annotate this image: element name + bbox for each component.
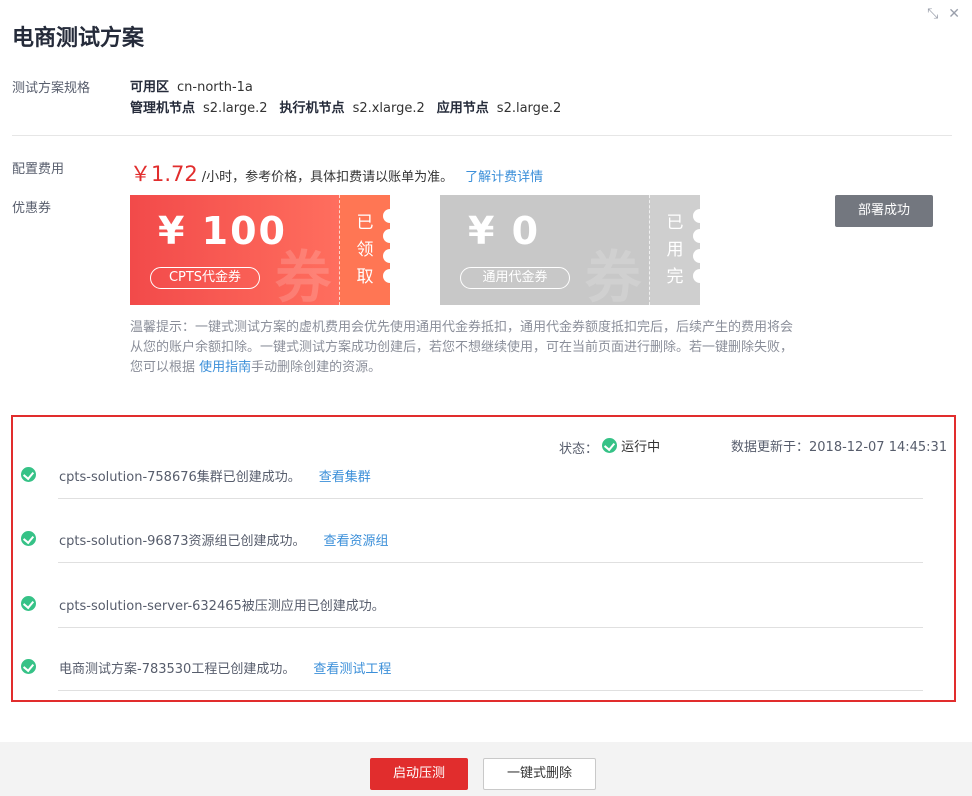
status-value: 运行中 [621, 440, 661, 455]
pricing-detail-link[interactable]: 了解计费详情 [465, 166, 543, 185]
one-click-delete-button[interactable]: 一键式删除 [483, 758, 596, 790]
price-row: ￥1.72 /小时，参考价格，具体扣费请以账单为准。 了解计费详情 [130, 158, 543, 188]
coupon-main: 券 ¥ 0 通用代金券 [440, 195, 649, 305]
result-text: cpts-solution-96873资源组已创建成功。 查看资源组 [59, 530, 389, 549]
mgr-value: s2.large.2 [203, 101, 268, 116]
mgr-label: 管理机节点 [130, 101, 196, 116]
deploy-success-button[interactable]: 部署成功 [835, 195, 933, 227]
coupon-cpts: 券 ¥ 100 CPTS代金券 已领取 [130, 195, 397, 305]
row-divider [58, 498, 923, 499]
view-test-project-link[interactable]: 查看测试工程 [313, 662, 391, 677]
user-guide-link[interactable]: 使用指南 [199, 360, 251, 375]
coupon-notch [693, 209, 707, 223]
coupon-tag: 通用代金券 [460, 267, 570, 289]
coupon-notch [693, 249, 707, 263]
coupon-amount: ¥ 0 [468, 209, 541, 253]
list-item: 电商测试方案-783530工程已创建成功。 查看测试工程 [20, 659, 923, 723]
status-label: 状态： [559, 442, 599, 457]
coupon-notch [383, 229, 397, 243]
app-label: 应用节点 [436, 101, 489, 116]
check-circle-icon [21, 531, 36, 546]
dialog-title: 电商测试方案 [12, 26, 145, 51]
spec-line-nodes: 管理机节点 s2.large.2 执行机节点 s2.xlarge.2 应用节点 s2.la… [130, 97, 573, 116]
row-divider [58, 627, 923, 628]
az-value: cn-north-1a [177, 80, 253, 95]
check-circle-icon [602, 438, 618, 453]
exec-value: s2.xlarge.2 [352, 101, 425, 116]
coupon-label: 优惠券 [12, 201, 52, 216]
price-note: /小时，参考价格，具体扣费请以账单为准。 [201, 170, 454, 185]
data-updated: 数据更新于：2018-12-07 14:45:31 [731, 436, 947, 455]
result-message: cpts-solution-96873资源组已创建成功。 [59, 534, 306, 549]
row-divider [58, 690, 923, 691]
coupon-notch [383, 269, 397, 283]
window-controls: ⤡ ✕ [927, 6, 960, 22]
list-item: cpts-solution-96873资源组已创建成功。 查看资源组 [20, 531, 923, 595]
view-cluster-link[interactable]: 查看集群 [319, 470, 371, 485]
coupon-side: 已领取 [339, 195, 397, 305]
spec-label: 测试方案规格 [12, 81, 91, 96]
status-running: 运行中 [602, 436, 660, 455]
check-circle-icon [21, 596, 36, 611]
cost-label: 配置费用 [12, 162, 65, 177]
close-icon[interactable]: ✕ [948, 6, 960, 22]
coupon-notch [383, 209, 397, 223]
result-message: 电商测试方案-783530工程已创建成功。 [59, 662, 296, 677]
result-message: cpts-solution-server-632465被压测应用已创建成功。 [59, 599, 385, 614]
section-divider [12, 135, 952, 136]
view-resource-group-link[interactable]: 查看资源组 [324, 534, 389, 549]
coupon-tag: CPTS代金券 [150, 267, 260, 289]
app-value: s2.large.2 [496, 101, 562, 116]
az-label: 可用区 [130, 80, 170, 95]
exec-label: 执行机节点 [279, 101, 345, 116]
coupon-notch [693, 269, 707, 283]
coupon-main: 券 ¥ 100 CPTS代金券 [130, 195, 339, 305]
check-circle-icon [21, 467, 36, 482]
price-value: ￥1.72 [130, 162, 198, 186]
coupon-notch [383, 249, 397, 263]
list-item: cpts-solution-758676集群已创建成功。 查看集群 [20, 467, 923, 531]
check-circle-icon [21, 659, 36, 674]
shrink-icon[interactable]: ⤡ [927, 6, 938, 22]
coupon-side: 已用完 [649, 195, 707, 305]
warm-tips: 温馨提示：一键式测试方案的虚机费用会优先使用通用代金券抵扣，通用代金券额度抵扣完… [130, 318, 805, 378]
coupon-notch [693, 229, 707, 243]
coupon-watermark: 券 [585, 246, 641, 305]
start-load-test-button[interactable]: 启动压测 [370, 758, 468, 790]
updated-time: 2018-12-07 14:45:31 [809, 440, 948, 455]
coupon-general: 券 ¥ 0 通用代金券 已用完 [440, 195, 707, 305]
coupon-status: 已领取 [356, 212, 374, 287]
coupon-status: 已用完 [666, 212, 684, 287]
coupon-amount: ¥ 100 [158, 209, 287, 253]
result-text: cpts-solution-server-632465被压测应用已创建成功。 [59, 595, 385, 614]
result-text: 电商测试方案-783530工程已创建成功。 查看测试工程 [59, 658, 391, 677]
updated-label: 数据更新于： [731, 440, 810, 455]
result-text: cpts-solution-758676集群已创建成功。 查看集群 [59, 466, 371, 485]
list-item: cpts-solution-server-632465被压测应用已创建成功。 [20, 596, 923, 660]
status-indicator: 状态： 运行中 [559, 436, 660, 457]
tips-text-2: 手动删除创建的资源。 [251, 360, 382, 375]
spec-line-az: 可用区 cn-north-1a [130, 76, 265, 95]
result-message: cpts-solution-758676集群已创建成功。 [59, 470, 301, 485]
row-divider [58, 562, 923, 563]
